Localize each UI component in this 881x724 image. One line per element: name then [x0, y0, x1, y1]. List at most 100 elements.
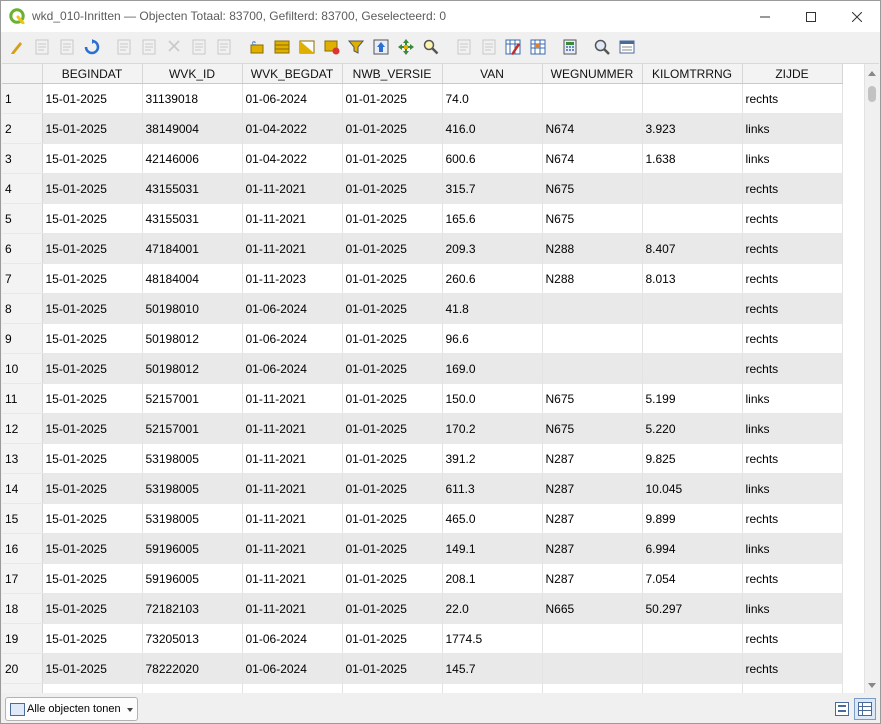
table-cell[interactable]: N287 [542, 503, 643, 534]
table-cell[interactable]: 52157001 [142, 383, 243, 414]
table-cell[interactable]: 15-01-2025 [42, 443, 143, 474]
table-cell[interactable]: rechts [742, 83, 843, 114]
table-row[interactable]: 15 15-01-2025 53198005 01-11-2021 01-01-2025… [2, 503, 843, 534]
row-header[interactable]: 17 [2, 563, 43, 594]
table-cell[interactable]: 53198005 [142, 443, 243, 474]
table-cell[interactable] [642, 173, 743, 204]
table-cell[interactable]: 53198005 [142, 503, 243, 534]
table-cell[interactable]: 15-01-2025 [42, 533, 143, 564]
column-header-wegnummer[interactable]: WEGNUMMER [542, 64, 643, 84]
table-cell[interactable]: rechts [742, 503, 843, 534]
table-cell[interactable]: 15-01-2025 [42, 563, 143, 594]
table-cell[interactable]: N674 [542, 113, 643, 144]
table-cell[interactable]: 48184004 [142, 263, 243, 294]
table-cell[interactable]: 15-01-2025 [42, 353, 143, 384]
row-header[interactable]: 9 [2, 323, 43, 354]
table-cell[interactable]: 50198012 [142, 353, 243, 384]
table-cell[interactable]: 01-01-2025 [342, 653, 443, 684]
row-header[interactable]: 20 [2, 653, 43, 684]
zoom-map-to-selection-button[interactable] [420, 36, 442, 58]
table-cell[interactable]: 611.3 [442, 473, 543, 504]
table-cell[interactable] [542, 623, 643, 654]
table-cell[interactable]: 150.0 [442, 383, 543, 414]
table-cell[interactable]: 50198012 [142, 323, 243, 354]
table-cell[interactable]: 6.994 [642, 533, 743, 564]
table-row[interactable]: 7 15-01-2025 48184004 01-11-2023 01-01-2025 2… [2, 263, 843, 294]
table-cell[interactable]: rechts [742, 563, 843, 594]
add-feature-button[interactable] [113, 36, 135, 58]
table-row[interactable]: 4 15-01-2025 43155031 01-11-2021 01-01-2025 3… [2, 173, 843, 204]
table-cell[interactable]: links [742, 383, 843, 414]
table-cell[interactable]: N675 [542, 413, 643, 444]
table-cell[interactable] [642, 653, 743, 684]
table-cell[interactable]: rechts [742, 293, 843, 324]
row-header[interactable]: 4 [2, 173, 43, 204]
table-cell[interactable]: 01-01-2025 [342, 173, 443, 204]
reload-table-button[interactable] [81, 36, 103, 58]
table-cell[interactable]: links [742, 593, 843, 624]
table-cell[interactable]: 73205013 [142, 623, 243, 654]
table-cell[interactable]: N675 [542, 173, 643, 204]
table-cell[interactable]: 15-01-2025 [42, 173, 143, 204]
table-cell[interactable]: 209.3 [442, 233, 543, 264]
table-cell[interactable]: rechts [742, 443, 843, 474]
table-cell[interactable]: 391.2 [442, 443, 543, 474]
table-cell[interactable]: 59196005 [142, 563, 243, 594]
table-cell[interactable]: 43155031 [142, 173, 243, 204]
table-cell[interactable]: 01-11-2021 [242, 503, 343, 534]
close-button[interactable] [834, 1, 880, 32]
show-features-filter-button[interactable]: Alle objecten tonen [5, 697, 138, 721]
column-header-kilomtrrng[interactable]: KILOMTRRNG [642, 64, 743, 84]
table-cell[interactable] [642, 323, 743, 354]
table-cell[interactable]: N674 [542, 143, 643, 174]
table-cell[interactable]: 01-06-2024 [242, 623, 343, 654]
table-cell[interactable]: 74.0 [442, 83, 543, 114]
table-cell[interactable]: 15-01-2025 [42, 293, 143, 324]
table-row[interactable]: 14 15-01-2025 53198005 01-11-2021 01-01-2025… [2, 473, 843, 504]
table-cell[interactable]: N288 [542, 233, 643, 264]
table-cell[interactable]: 208.1 [442, 563, 543, 594]
table-cell[interactable]: 416.0 [442, 113, 543, 144]
table-row[interactable]: 6 15-01-2025 47184001 01-11-2021 01-01-2025 2… [2, 233, 843, 264]
table-cell[interactable] [542, 293, 643, 324]
table-cell[interactable]: N287 [542, 533, 643, 564]
new-field-button[interactable] [453, 36, 475, 58]
table-cell[interactable]: 01-01-2025 [342, 203, 443, 234]
table-cell[interactable]: 15-01-2025 [42, 383, 143, 414]
table-cell[interactable]: 01-06-2024 [242, 353, 343, 384]
table-cell[interactable] [642, 83, 743, 114]
table-row[interactable]: 2 15-01-2025 38149004 01-04-2022 01-01-2025 4… [2, 113, 843, 144]
row-header[interactable]: 7 [2, 263, 43, 294]
table-cell[interactable]: 01-04-2022 [242, 143, 343, 174]
table-cell[interactable] [642, 623, 743, 654]
row-header[interactable]: 16 [2, 533, 43, 564]
table-cell[interactable]: 01-01-2025 [342, 293, 443, 324]
table-cell[interactable]: 01-01-2025 [342, 113, 443, 144]
table-cell[interactable]: 315.7 [442, 173, 543, 204]
table-cell[interactable]: 01-01-2025 [342, 593, 443, 624]
multi-edit-button[interactable] [31, 36, 53, 58]
table-cell[interactable]: 01-01-2025 [342, 323, 443, 354]
table-cell[interactable]: 01-01-2025 [342, 233, 443, 264]
row-header[interactable]: 12 [2, 413, 43, 444]
scroll-up-arrow-icon[interactable] [868, 71, 876, 76]
table-cell[interactable]: 15-01-2025 [42, 203, 143, 234]
table-cell[interactable]: 5.199 [642, 383, 743, 414]
table-cell[interactable]: N287 [542, 473, 643, 504]
table-cell[interactable]: rechts [742, 323, 843, 354]
table-row[interactable]: 9 15-01-2025 50198012 01-06-2024 01-01-2025 9… [2, 323, 843, 354]
table-cell[interactable]: 170.2 [442, 413, 543, 444]
table-cell[interactable]: 15-01-2025 [42, 653, 143, 684]
table-cell[interactable]: N288 [542, 263, 643, 294]
row-header[interactable]: 14 [2, 473, 43, 504]
save-edits-button[interactable] [56, 36, 78, 58]
table-cell[interactable] [542, 323, 643, 354]
actions-button[interactable] [616, 36, 638, 58]
table-cell[interactable] [642, 353, 743, 384]
table-cell[interactable]: links [742, 143, 843, 174]
row-header[interactable]: 11 [2, 383, 43, 414]
table-cell[interactable]: rechts [742, 353, 843, 384]
table-cell[interactable]: 59196005 [142, 533, 243, 564]
table-row[interactable]: 10 15-01-2025 50198012 01-06-2024 01-01-2025… [2, 353, 843, 384]
table-row[interactable]: 18 15-01-2025 72182103 01-11-2021 01-01-2025… [2, 593, 843, 624]
